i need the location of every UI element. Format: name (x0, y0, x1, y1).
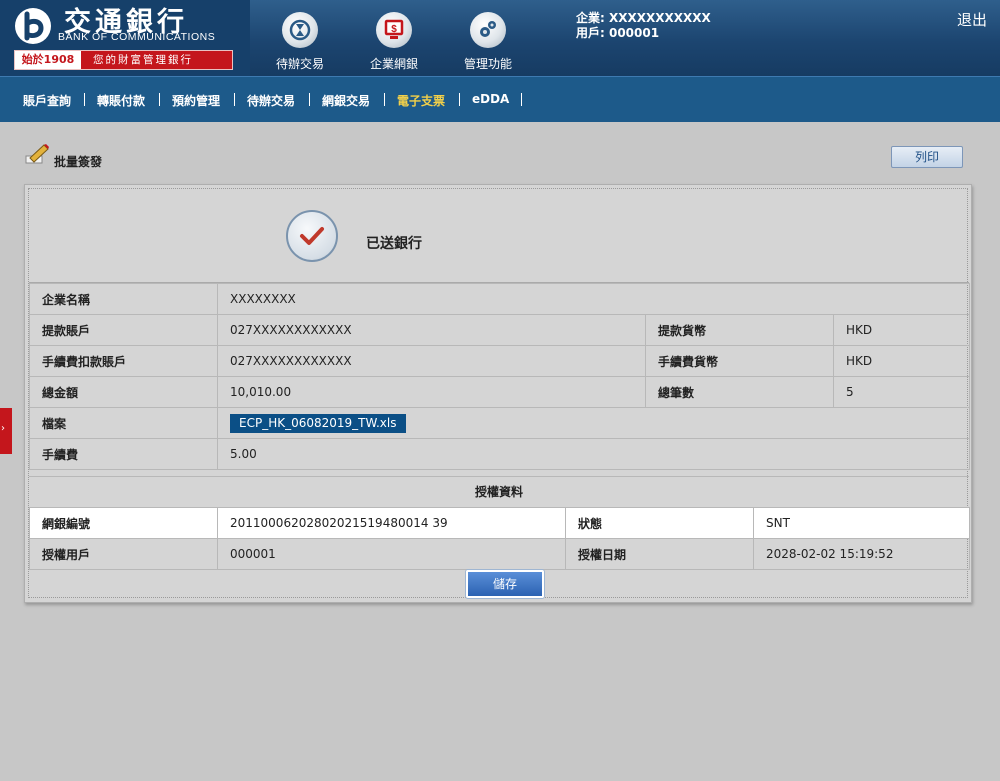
total-amount-value: 10,010.00 (217, 376, 646, 408)
detail-table: 企業名稱 XXXXXXXX 提款賬戶 027XXXXXXXXXXXX 提款貨幣 … (29, 283, 971, 470)
fee-value: 5.00 (216, 438, 971, 470)
bank-logo[interactable]: 交通銀行 BANK OF COMMUNICATIONS 始於1908 您的財富管… (0, 0, 250, 76)
table-row: 授權用戶 000001 授權日期 2028-02-02 15:19:52 (29, 538, 970, 570)
auth-date-label: 授權日期 (565, 538, 754, 570)
status-text: 已送銀行 (366, 236, 422, 252)
auth-table: 網銀編號 20110006202802021519480014 39 狀態 SN… (29, 507, 970, 570)
monitor-dollar-icon[interactable]: $ (376, 12, 412, 48)
company-id: 企業: XXXXXXXXXXX (576, 11, 711, 25)
edit-pen-icon (25, 144, 49, 164)
menu-item-transfer[interactable]: 轉賬付款 (97, 92, 145, 109)
menu-item-online-transactions[interactable]: 網銀交易 (322, 92, 370, 109)
nav-pending-label[interactable]: 待辦交易 (255, 55, 345, 72)
table-row: 手續費扣款賬戶 027XXXXXXXXXXXX 手續費貨幣 HKD (29, 345, 971, 377)
auth-status-value: SNT (753, 507, 970, 539)
auth-date-value: 2028-02-02 15:19:52 (753, 538, 970, 570)
table-row: 手續費 5.00 (29, 438, 971, 470)
menu-divider (309, 93, 310, 106)
withdraw-currency-value: HKD (832, 314, 971, 346)
slogan-text: 您的財富管理銀行 (93, 54, 193, 66)
user-info: 企業: XXXXXXXXXXX 用戶: 000001 (576, 11, 711, 41)
since-badge: 始於1908 (15, 51, 81, 69)
gears-icon[interactable] (470, 12, 506, 48)
table-row: 檔案 ECP_HK_06082019_TW.xls (29, 407, 971, 439)
menu-divider (234, 93, 235, 106)
result-panel: 已送銀行 企業名稱 XXXXXXXX 提款賬戶 027XXXXXXXXXXXX … (24, 184, 972, 603)
menu-item-scheduled[interactable]: 預約管理 (172, 92, 220, 109)
auth-status-label: 狀態 (565, 507, 754, 539)
menu-divider (384, 93, 385, 106)
side-panel-toggle[interactable]: › (0, 408, 12, 454)
menu-divider (521, 93, 522, 106)
main-menu: 賬戶查詢 轉賬付款 預約管理 待辦交易 網銀交易 電子支票 eDDA (0, 76, 1000, 122)
table-row: 總金額 10,010.00 總筆數 5 (29, 376, 971, 408)
logout-link[interactable]: 退出 (957, 9, 987, 30)
nav-admin-label[interactable]: 管理功能 (443, 55, 533, 72)
menu-item-account-inquiry[interactable]: 賬戶查詢 (23, 92, 71, 109)
checkmark-icon (286, 210, 338, 262)
fee-account-value: 027XXXXXXXXXXXX (217, 345, 646, 377)
table-row: 提款賬戶 027XXXXXXXXXXXX 提款貨幣 HKD (29, 314, 971, 346)
ref-label: 網銀編號 (29, 507, 218, 539)
withdraw-currency-label: 提款貨幣 (645, 314, 834, 346)
menu-divider (84, 93, 85, 106)
menu-divider (159, 93, 160, 106)
table-row: 企業名稱 XXXXXXXX (29, 283, 971, 315)
bank-logo-icon (15, 8, 51, 44)
status-banner: 已送銀行 (29, 189, 969, 283)
result-panel-inner: 已送銀行 企業名稱 XXXXXXXX 提款賬戶 027XXXXXXXXXXXX … (28, 188, 971, 598)
total-amount-label: 總金額 (29, 376, 218, 408)
hourglass-icon[interactable] (282, 12, 318, 48)
auth-section-title: 授權資料 (29, 476, 969, 507)
file-label: 檔案 (29, 407, 218, 439)
menu-divider (459, 93, 460, 106)
svg-text:$: $ (391, 24, 397, 35)
save-button[interactable]: 儲存 (466, 570, 544, 598)
menu-item-pending[interactable]: 待辦交易 (247, 92, 295, 109)
nav-corporate-label[interactable]: 企業網銀 (349, 55, 439, 72)
withdraw-account-label: 提款賬戶 (29, 314, 218, 346)
fee-currency-value: HKD (832, 345, 971, 377)
menu-item-edda[interactable]: eDDA (472, 92, 509, 106)
fee-currency-label: 手續費貨幣 (645, 345, 834, 377)
page-title: 批量簽發 (54, 155, 103, 169)
withdraw-account-value: 027XXXXXXXXXXXX (217, 314, 646, 346)
auth-user-value: 000001 (217, 538, 566, 570)
user-id: 用戶: 000001 (576, 26, 660, 40)
file-cell: ECP_HK_06082019_TW.xls (216, 407, 971, 439)
slogan-banner: 始於1908 您的財富管理銀行 (14, 50, 233, 70)
total-count-value: 5 (832, 376, 971, 408)
total-count-label: 總筆數 (645, 376, 834, 408)
company-name-label: 企業名稱 (29, 283, 218, 315)
ref-value: 20110006202802021519480014 39 (217, 507, 566, 539)
chevron-right-icon: › (1, 423, 5, 434)
auth-user-label: 授權用戶 (29, 538, 218, 570)
file-link[interactable]: ECP_HK_06082019_TW.xls (230, 413, 406, 433)
bank-name-en: BANK OF COMMUNICATIONS (58, 31, 216, 43)
menu-item-e-cheque[interactable]: 電子支票 (397, 92, 445, 109)
company-name-value: XXXXXXXX (216, 283, 971, 315)
print-button[interactable]: 列印 (891, 146, 963, 168)
top-header: 交通銀行 BANK OF COMMUNICATIONS 始於1908 您的財富管… (0, 0, 1000, 76)
fee-account-label: 手續費扣款賬戶 (29, 345, 218, 377)
fee-label: 手續費 (29, 438, 218, 470)
table-row: 網銀編號 20110006202802021519480014 39 狀態 SN… (29, 507, 970, 539)
